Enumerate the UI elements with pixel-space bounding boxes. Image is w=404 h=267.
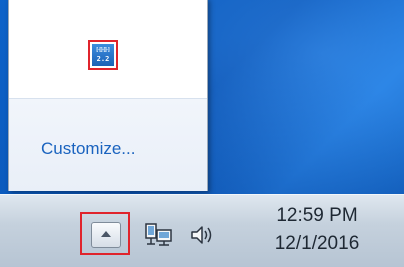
hidden-icons-area: ℍℍℍ 2.2: [9, 0, 207, 98]
chevron-up-icon: [101, 231, 111, 237]
clock-date: 12/1/2016: [274, 233, 360, 254]
tray-app-button[interactable]: ℍℍℍ 2.2: [88, 40, 118, 70]
show-hidden-icons-button[interactable]: [80, 212, 130, 255]
app-tile-top-text: ℍℍℍ: [96, 46, 110, 54]
app-tile-icon: ℍℍℍ 2.2: [92, 44, 114, 66]
show-hidden-icons-inner: [91, 222, 121, 248]
taskbar: 12:59 PM 12/1/2016: [0, 194, 404, 267]
flyout-footer: Customize...: [9, 98, 207, 191]
system-clock[interactable]: 12:59 PM 12/1/2016: [242, 203, 392, 263]
speaker-volume-icon[interactable]: [188, 221, 216, 249]
customize-link[interactable]: Customize...: [41, 139, 135, 159]
network-icon[interactable]: [143, 221, 173, 249]
notification-overflow-flyout: ℍℍℍ 2.2 Customize...: [8, 0, 208, 191]
clock-time: 12:59 PM: [276, 205, 358, 226]
app-tile-bottom-text: 2.2: [96, 55, 110, 63]
